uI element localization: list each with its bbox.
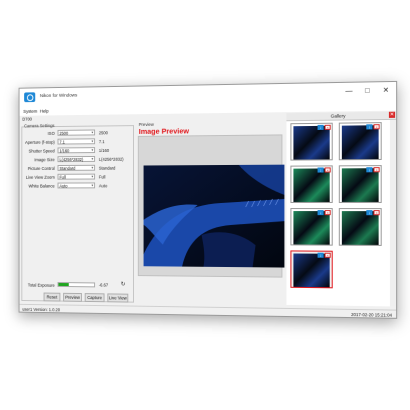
- camera-model-label: D700: [22, 116, 32, 122]
- exposure-value: -6.67: [98, 282, 109, 288]
- save-icon[interactable]: ↓: [366, 210, 373, 216]
- shutter-speed-dropdown[interactable]: 1/160 ▾: [57, 147, 96, 154]
- menu-system[interactable]: System: [23, 109, 37, 114]
- screenshot-stage: Nikon for Windows — □ ✕ System Help D700…: [11, 0, 410, 410]
- status-timestamp: 2017-02-20 15:21:04: [351, 311, 393, 318]
- window-title: Nikon for Windows: [39, 93, 78, 100]
- camera-app-icon: [24, 92, 36, 103]
- white-balance-dropdown[interactable]: Auto ▾: [57, 182, 96, 189]
- shutter-speed-selected: 1/160: [59, 148, 70, 154]
- chevron-down-icon: ▾: [91, 156, 94, 161]
- iso-label: ISO: [47, 130, 55, 136]
- minimize-button[interactable]: —: [343, 87, 355, 97]
- status-user-version: user1 Version: 1.0.20: [22, 306, 60, 313]
- aperture-selected: 7.1: [59, 139, 65, 145]
- chevron-down-icon: ▾: [91, 148, 94, 153]
- reset-button[interactable]: Reset: [43, 292, 61, 302]
- preview-button[interactable]: Preview: [63, 292, 82, 302]
- live-view-zoom-selected: Full: [59, 174, 66, 180]
- aperture-dropdown[interactable]: 7.1 ▾: [57, 138, 96, 145]
- aperture-label: Aperture (f-stop): [25, 139, 55, 145]
- thumbnail-image: [293, 125, 330, 160]
- camera-settings-panel: Camera Settings ISO 2500 ▾ 2500 Aperture …: [21, 122, 136, 303]
- gallery-thumbnail[interactable]: ↓ ×: [338, 165, 382, 203]
- image-size-label: Image Size: [34, 157, 55, 163]
- thumbnail-image: [293, 253, 330, 288]
- delete-icon[interactable]: ×: [373, 124, 380, 130]
- chevron-down-icon: ▾: [91, 165, 94, 170]
- iso-dropdown[interactable]: 2500 ▾: [57, 129, 96, 136]
- refresh-icon[interactable]: ↻: [121, 282, 127, 288]
- delete-icon[interactable]: ×: [324, 210, 331, 216]
- white-balance-value: Auto: [98, 183, 108, 189]
- chevron-down-icon: ▾: [91, 139, 94, 144]
- camera-settings-title: Camera Settings: [24, 123, 55, 129]
- specimen-image: [143, 164, 285, 268]
- gallery-scrollbar[interactable]: [389, 119, 397, 307]
- shutter-speed-value: 1/160: [98, 148, 110, 154]
- gallery-list: ↓ × ↓ × ↓ × ↓ × ↓ × ↓ × ↓ ×: [286, 119, 390, 307]
- chevron-down-icon: ▾: [91, 130, 94, 135]
- save-icon[interactable]: ↓: [366, 167, 373, 173]
- save-icon[interactable]: ↓: [317, 167, 324, 173]
- menu-help[interactable]: Help: [40, 109, 49, 114]
- close-button[interactable]: ✕: [380, 86, 392, 96]
- live-view-zoom-dropdown[interactable]: Full ▾: [57, 173, 96, 180]
- gallery-thumbnail[interactable]: ↓ ×: [290, 250, 333, 289]
- delete-icon[interactable]: ×: [373, 167, 380, 173]
- picture-control-selected: Standard: [59, 165, 76, 171]
- total-exposure-label: Total Exposure: [27, 282, 55, 288]
- image-size-dropdown[interactable]: L(4256*2832) ▾: [57, 155, 96, 163]
- iso-value: 2500: [98, 130, 108, 136]
- thumbnail-image: [293, 168, 330, 202]
- gallery-panel: Gallery ✕ ↓ × ↓ × ↓ × ↓ × ↓ × ↓ × ↓ ×: [286, 111, 397, 307]
- save-icon[interactable]: ↓: [317, 252, 324, 258]
- chevron-down-icon: ▾: [91, 183, 94, 188]
- save-icon[interactable]: ↓: [317, 210, 324, 216]
- aperture-value: 7.1: [98, 139, 105, 145]
- picture-control-label: Picture Control: [27, 166, 55, 172]
- image-size-value: L(4256*2832): [98, 156, 124, 162]
- live-view-zoom-value: Full: [98, 174, 106, 180]
- iso-selected: 2500: [59, 130, 69, 136]
- maximize-button[interactable]: □: [361, 86, 373, 96]
- thumbnail-image: [341, 211, 379, 245]
- thumbnail-image: [341, 168, 379, 202]
- gallery-title: Gallery: [330, 113, 346, 119]
- shutter-speed-label: Shutter Speed: [28, 148, 55, 154]
- thumbnail-image: [341, 125, 379, 160]
- capture-button[interactable]: Capture: [84, 293, 105, 303]
- live-view-zoom-label: Live View Zoom: [25, 174, 55, 180]
- preview-image: [143, 164, 285, 268]
- live-view-button[interactable]: Live View: [107, 293, 129, 303]
- picture-control-value: Standard: [98, 165, 116, 171]
- gallery-close-button[interactable]: ✕: [388, 111, 396, 118]
- preview-panel: Preview Image Preview: [137, 120, 285, 305]
- gallery-thumbnail[interactable]: ↓ ×: [290, 165, 333, 203]
- gallery-thumbnail[interactable]: ↓ ×: [290, 122, 333, 161]
- delete-icon[interactable]: ×: [324, 124, 331, 130]
- white-balance-label: White Balance: [28, 183, 55, 189]
- gallery-thumbnail[interactable]: ↓ ×: [290, 208, 333, 246]
- delete-icon[interactable]: ×: [324, 252, 331, 258]
- save-icon[interactable]: ↓: [317, 124, 324, 130]
- exposure-meter: [57, 282, 96, 288]
- picture-control-dropdown[interactable]: Standard ▾: [57, 164, 96, 171]
- white-balance-selected: Auto: [59, 183, 68, 189]
- delete-icon[interactable]: ×: [324, 167, 331, 173]
- status-bar: user1 Version: 1.0.20 2017-02-20 15:21:0…: [19, 303, 397, 319]
- delete-icon[interactable]: ×: [373, 210, 380, 216]
- gallery-thumbnail[interactable]: ↓ ×: [338, 208, 382, 246]
- image-size-selected: L(4256*2832): [59, 157, 84, 163]
- gallery-thumbnail[interactable]: ↓ ×: [338, 122, 382, 161]
- application-window: Nikon for Windows — □ ✕ System Help D700…: [18, 80, 398, 319]
- save-icon[interactable]: ↓: [366, 124, 373, 130]
- exposure-meter-fill: [58, 283, 70, 287]
- thumbnail-image: [293, 211, 330, 245]
- chevron-down-icon: ▾: [91, 174, 94, 179]
